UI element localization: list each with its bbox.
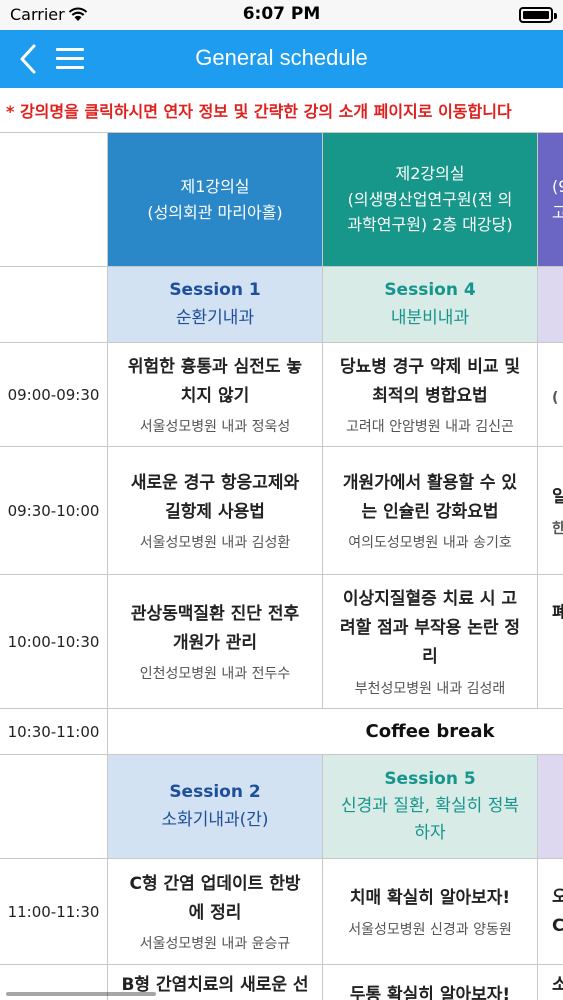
lecture-speaker: 부천성모병원 내과 김성래 <box>354 680 506 697</box>
lecture-title: 리 <box>422 646 438 667</box>
lecture-speaker: 여의도성모병원 내과 송기호 <box>348 535 512 552</box>
lecture-cell[interactable]: 관상동맥질환 진단 전후 개원가 관리 인천성모병원 내과 전두수 <box>108 575 323 709</box>
time-cell: 09:30-10:00 <box>0 447 108 575</box>
coffee-break-label: Coffee break <box>365 721 495 742</box>
lecture-cell[interactable]: 당뇨병 경구 약제 비교 및 최적의 병합요법 고려대 안암병원 내과 김신곤 <box>323 343 538 447</box>
lecture-title: 관상동맥질환 진단 전후 <box>130 603 300 624</box>
session-subtitle: 신경과 질환, 확실히 정복 <box>340 795 519 816</box>
session-title: Session 4 <box>384 280 476 301</box>
room-name: 제2강의실 <box>395 164 465 184</box>
lecture-cell[interactable]: 개원가에서 활용할 수 있 는 인슐린 강화요법 여의도성모병원 내과 송기호 <box>323 447 538 575</box>
lecture-speaker: 서울성모병원 내과 윤승규 <box>139 936 291 953</box>
lecture-speaker: 인천성모병원 내과 전두수 <box>139 666 291 683</box>
time-cell: 09:00-09:30 <box>0 343 108 447</box>
lecture-cell[interactable]: C형 간염 업데이트 한방 에 정리 서울성모병원 내과 윤승규 <box>108 859 323 965</box>
lecture-speaker: 고려대 안암병원 내과 김신곤 <box>346 419 514 436</box>
schedule-grid: 제1강의실 (성의회관 마리아홀) 제2강의실 (의생명산업연구원(전 의 과학… <box>0 132 563 1000</box>
lecture-cell-partial[interactable]: ( <box>538 343 563 447</box>
room-location: (성의회관 마리아홀) <box>147 202 283 222</box>
lecture-title: 려할 점과 부작용 논란 정 <box>339 618 521 639</box>
session-subtitle: 소화기내과(간) <box>161 809 269 830</box>
session-header-2[interactable]: Session 2 소화기내과(간) <box>108 755 323 859</box>
time-cell: 10:30-11:00 <box>0 709 108 755</box>
lecture-title: C <box>552 912 563 941</box>
lecture-title: 에 정리 <box>188 902 242 923</box>
session-header-4[interactable]: Session 4 내분비내과 <box>323 267 538 343</box>
status-bar: Carrier 6:07 PM <box>0 0 563 30</box>
clock: 6:07 PM <box>242 4 321 24</box>
time-cell: 11:00-11:30 <box>0 859 108 965</box>
lecture-cell[interactable]: 두통 확실히 알아보자! <box>323 965 538 1000</box>
session-title: Session 5 <box>384 768 476 789</box>
lecture-cell[interactable]: 치매 확실히 알아보자! 서울성모병원 신경과 양동원 <box>323 859 538 965</box>
notice-text: * 강의명을 클릭하시면 연자 정보 및 간략한 강의 소개 페이지로 이동합니… <box>6 102 512 121</box>
room-location: (의생명산업연구원(전 의 <box>347 189 513 209</box>
room-header-2: 제2강의실 (의생명산업연구원(전 의 과학연구원) 2층 대강당) <box>323 133 538 267</box>
lecture-speaker: ( <box>552 389 559 406</box>
lecture-title: 최적의 병합요법 <box>372 385 488 406</box>
room-name: 제1강의실 <box>180 176 250 196</box>
session-subtitle: 내분비내과 <box>390 307 470 328</box>
lecture-title: 오 <box>552 883 563 912</box>
coffee-break-cell: Coffee break <box>108 709 563 755</box>
room-location: 과학연구원) 2층 대강당) <box>347 215 513 235</box>
lecture-title: 길항제 사용법 <box>165 501 265 522</box>
time-cell: 10:00-10:30 <box>0 575 108 709</box>
lecture-title: 일 <box>552 483 563 512</box>
lecture-title: 소 <box>552 971 563 1000</box>
room-name: (9 <box>552 176 563 196</box>
lecture-title: 새로운 경구 항응고제와 <box>130 472 300 493</box>
lecture-title: 폐 <box>552 599 563 628</box>
page-title: General schedule <box>195 45 368 70</box>
time-cell-empty <box>0 267 108 343</box>
lecture-title: 이상지질혈증 치료 시 고 <box>342 589 518 610</box>
lecture-speaker: 서울성모병원 내과 김성환 <box>139 535 291 552</box>
room-header-1: 제1강의실 (성의회관 마리아홀) <box>108 133 323 267</box>
room-location: 고 <box>552 200 563 226</box>
lecture-speaker: 한 <box>552 518 563 538</box>
lecture-speaker: 서울성모병원 내과 정욱성 <box>139 419 291 436</box>
session-title: Session 1 <box>169 280 261 301</box>
lecture-title: C형 간염 업데이트 한방 <box>129 873 301 894</box>
lecture-cell-partial[interactable]: 소 <box>538 965 563 1000</box>
lecture-title: 개원가 관리 <box>172 632 258 653</box>
session-subtitle: 하자 <box>414 823 446 844</box>
corner-cell <box>0 133 108 267</box>
session-header-5[interactable]: Session 5 신경과 질환, 확실히 정복 하자 <box>323 755 538 859</box>
lecture-cell[interactable]: 이상지질혈증 치료 시 고 려할 점과 부작용 논란 정 리 부천성모병원 내과… <box>323 575 538 709</box>
lecture-title: 치지 않기 <box>180 385 250 406</box>
battery-icon <box>519 7 557 23</box>
session-header-partial <box>538 755 563 859</box>
lecture-title: 당뇨병 경구 약제 비교 및 <box>339 356 521 377</box>
lecture-cell[interactable]: 위험한 흉통과 심전도 놓 치지 않기 서울성모병원 내과 정욱성 <box>108 343 323 447</box>
session-header-1[interactable]: Session 1 순환기내과 <box>108 267 323 343</box>
nav-bar: General schedule <box>0 30 563 88</box>
lecture-cell[interactable]: 새로운 경구 항응고제와 길항제 사용법 서울성모병원 내과 김성환 <box>108 447 323 575</box>
session-header-partial <box>538 267 563 343</box>
notice-banner: * 강의명을 클릭하시면 연자 정보 및 간략한 강의 소개 페이지로 이동합니… <box>0 88 563 132</box>
horizontal-scrollbar[interactable] <box>6 992 156 996</box>
lecture-cell-partial[interactable]: 오 C <box>538 859 563 965</box>
lecture-title: 위험한 흉통과 심전도 놓 <box>127 356 303 377</box>
time-cell-empty <box>0 755 108 859</box>
lecture-speaker: 서울성모병원 신경과 양동원 <box>348 921 512 938</box>
session-title: Session 2 <box>169 782 261 803</box>
lecture-title: 치매 확실히 알아보자! <box>349 888 511 909</box>
room-header-3: (9 고 <box>538 133 563 267</box>
session-subtitle: 순환기내과 <box>175 307 255 328</box>
lecture-cell-partial[interactable]: 폐 <box>538 575 563 709</box>
lecture-cell-partial[interactable]: 일 한 <box>538 447 563 575</box>
lecture-title: 는 인슐린 강화요법 <box>361 501 499 522</box>
lecture-title: 개원가에서 활용할 수 있 <box>342 472 518 493</box>
lecture-title: 두통 확실히 알아보자! <box>349 985 511 1000</box>
